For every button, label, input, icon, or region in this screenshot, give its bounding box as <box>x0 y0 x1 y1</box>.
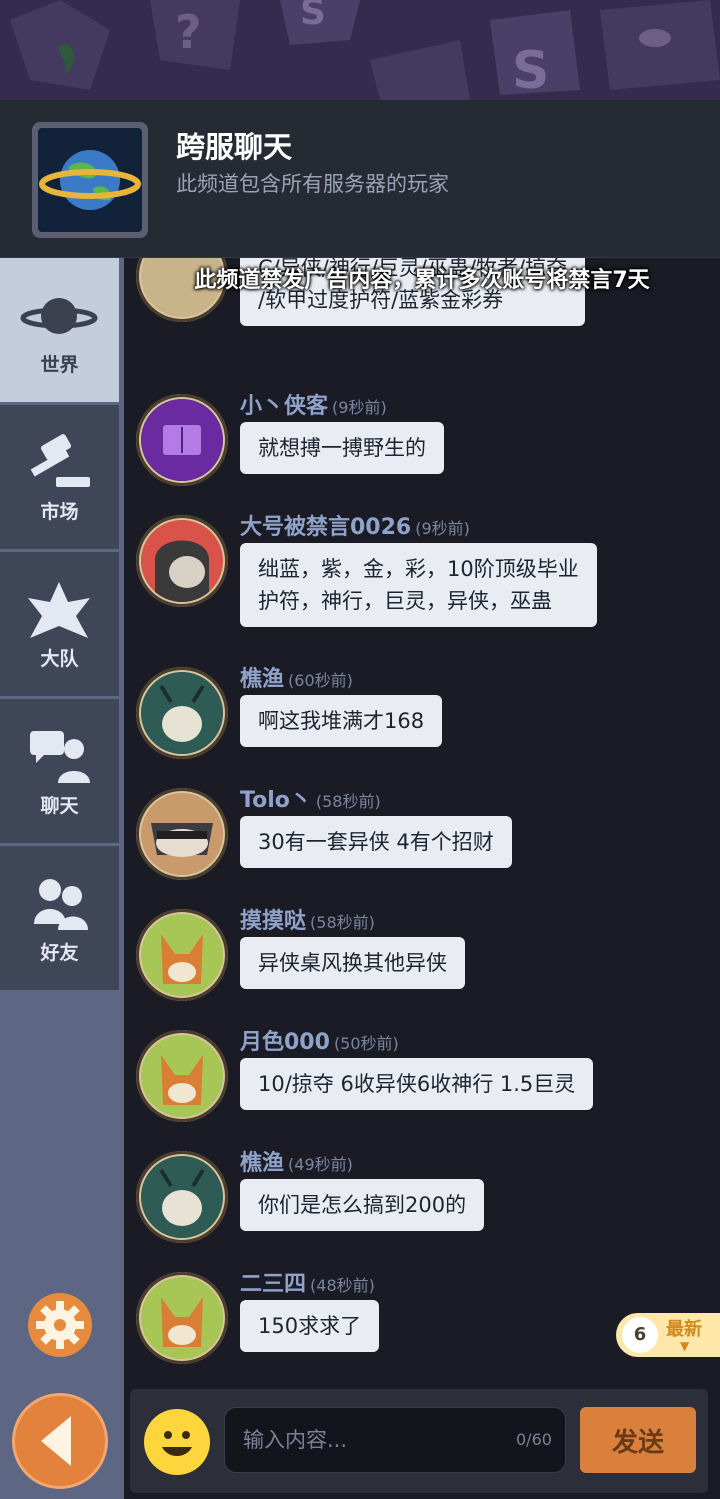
message-bubble[interactable]: 你们是怎么搞到200的 <box>240 1179 485 1231</box>
chat-input-bar: 0/60 发送 <box>130 1389 708 1493</box>
message-bubble[interactable]: 绌蓝，紫，金，彩，10阶顶级毕业 护符，神行，巨灵，异侠，巫蛊 <box>240 543 597 627</box>
sender-name[interactable]: Tolo丶 <box>240 788 312 813</box>
message-time: (60秒前) <box>288 671 353 690</box>
fox-avatar <box>141 1035 223 1117</box>
avatar[interactable] <box>136 909 228 1001</box>
tab-market-label: 市场 <box>40 501 79 523</box>
fox-avatar <box>141 1277 223 1359</box>
tab-chat-label: 聊天 <box>40 795 79 817</box>
avatar[interactable] <box>136 1272 228 1364</box>
message-bubble[interactable]: 就想搏一搏野生的 <box>240 422 444 474</box>
avatar[interactable] <box>136 394 228 486</box>
message-text-line: 150求求了 <box>258 1314 362 1338</box>
message-bubble[interactable]: 150求求了 <box>240 1300 380 1352</box>
message-time: (58秒前) <box>315 792 381 811</box>
top-decor-banner: ? S S <box>0 0 720 100</box>
channel-title: 跨服聊天 <box>176 130 293 164</box>
send-button[interactable]: 发送 <box>580 1407 696 1473</box>
sender-name[interactable]: 樵渔 <box>240 667 284 692</box>
message-text-line: 护符，神行，巨灵，异侠，巫蛊 <box>258 589 552 613</box>
tab-friends-label: 好友 <box>40 942 79 964</box>
channel-icon <box>32 122 148 238</box>
gavel-icon <box>30 434 90 487</box>
chat-message-list[interactable]: C/异侠/神行/巨灵/巫蛊/牧者/掠夺 /软甲过度护符/蓝紫金彩券 此频道禁发广… <box>124 258 720 1389</box>
message-header: 大号被禁言0026 (9秒前) <box>240 509 470 541</box>
settings-button[interactable] <box>28 1293 92 1357</box>
sender-name[interactable]: 月色000 <box>240 1030 330 1055</box>
message-header: 月色000 (50秒前) <box>240 1024 399 1056</box>
planet-icon <box>20 298 98 334</box>
channel-subtitle: 此频道包含所有服务器的玩家 <box>176 172 449 196</box>
message-header: 二三四 (48秒前) <box>240 1266 375 1298</box>
message-header: 摸摸哒 (58秒前) <box>240 903 375 935</box>
friends-icon <box>34 879 88 930</box>
message-time: (48秒前) <box>310 1276 375 1295</box>
message-header: Tolo丶 (58秒前) <box>240 782 381 814</box>
message-time: (9秒前) <box>415 519 470 538</box>
svg-text:S: S <box>512 41 549 100</box>
tab-world-label: 世界 <box>40 354 79 376</box>
tab-friends[interactable]: 好友 <box>0 846 119 990</box>
message-header: 小丶侠客 (9秒前) <box>240 388 387 420</box>
tab-team-label: 大队 <box>40 648 79 670</box>
message-time: (58秒前) <box>310 913 375 932</box>
avatar[interactable] <box>136 1151 228 1243</box>
avatar[interactable] <box>136 667 228 759</box>
char-counter: 0/60 <box>516 1430 552 1449</box>
svg-text:S: S <box>300 0 326 33</box>
message-time: (50秒前) <box>333 1034 399 1053</box>
purple-spellbook-avatar <box>141 399 223 481</box>
raccoon-avatar <box>141 793 223 875</box>
tab-team[interactable]: 大队 <box>0 552 119 696</box>
chat-people-icon <box>30 731 90 783</box>
planet-ring-icon <box>39 150 141 210</box>
message-bubble[interactable]: 10/掠夺 6收异侠6收神行 1.5巨灵 <box>240 1058 594 1110</box>
sender-name[interactable]: 二三四 <box>240 1272 306 1297</box>
back-arrow-icon <box>41 1416 71 1466</box>
sender-name[interactable]: 樵渔 <box>240 1151 284 1176</box>
banner-pattern: ? S S <box>0 0 720 100</box>
sender-name[interactable]: 摸摸哒 <box>240 909 306 934</box>
avatar[interactable] <box>136 515 228 607</box>
message-text-line: 你们是怎么搞到200的 <box>258 1193 467 1217</box>
tab-market[interactable]: 市场 <box>0 405 119 549</box>
message-text-line: 10/掠夺 6收异侠6收神行 1.5巨灵 <box>258 1072 576 1096</box>
new-messages-count: 6 <box>622 1317 658 1353</box>
message-bubble[interactable]: 啊这我堆满才168 <box>240 695 443 747</box>
message-input[interactable] <box>224 1407 566 1473</box>
tab-chat[interactable]: 聊天 <box>0 699 119 843</box>
svg-text:?: ? <box>175 5 202 59</box>
new-messages-label: 最新 <box>666 1319 702 1340</box>
fox-avatar <box>141 914 223 996</box>
message-text-line: 啊这我堆满才168 <box>258 709 425 733</box>
message-time: (9秒前) <box>332 398 387 417</box>
message-text-line: 30有一套异侠 4有个招财 <box>258 830 494 854</box>
rules-notice: 此频道禁发广告内容，累计多次账号将禁言7天 <box>194 268 650 293</box>
avatar[interactable] <box>136 1030 228 1122</box>
message-header: 樵渔 (49秒前) <box>240 1145 353 1177</box>
channel-header: 跨服聊天 此频道包含所有服务器的玩家 <box>0 100 720 258</box>
message-text-line: 异侠桌风换其他异侠 <box>258 951 447 975</box>
hooded-cat-avatar <box>141 520 223 602</box>
message-bubble[interactable]: 异侠桌风换其他异侠 <box>240 937 465 989</box>
message-text-line: 就想搏一搏野生的 <box>258 436 426 460</box>
antler-spirit-avatar <box>141 1156 223 1238</box>
gear-icon <box>36 1301 84 1349</box>
message-text-line: 绌蓝，紫，金，彩，10阶顶级毕业 <box>258 557 579 581</box>
smiley-icon <box>162 1431 192 1456</box>
emoji-button[interactable] <box>144 1409 210 1475</box>
message-bubble[interactable]: 30有一套异侠 4有个招财 <box>240 816 512 868</box>
message-header: 樵渔 (60秒前) <box>240 661 353 693</box>
tab-world[interactable]: 世界 <box>0 258 119 402</box>
back-button[interactable] <box>12 1393 108 1489</box>
message-time: (49秒前) <box>288 1155 353 1174</box>
sender-name[interactable]: 小丶侠客 <box>240 394 328 419</box>
chevron-down-icon: ▼ <box>680 1339 690 1353</box>
new-messages-button[interactable]: 6 最新 ▼ <box>616 1313 720 1357</box>
avatar[interactable] <box>136 788 228 880</box>
antler-spirit-avatar <box>141 672 223 754</box>
sender-name[interactable]: 大号被禁言0026 <box>240 515 411 540</box>
guild-crest-icon <box>28 582 90 638</box>
